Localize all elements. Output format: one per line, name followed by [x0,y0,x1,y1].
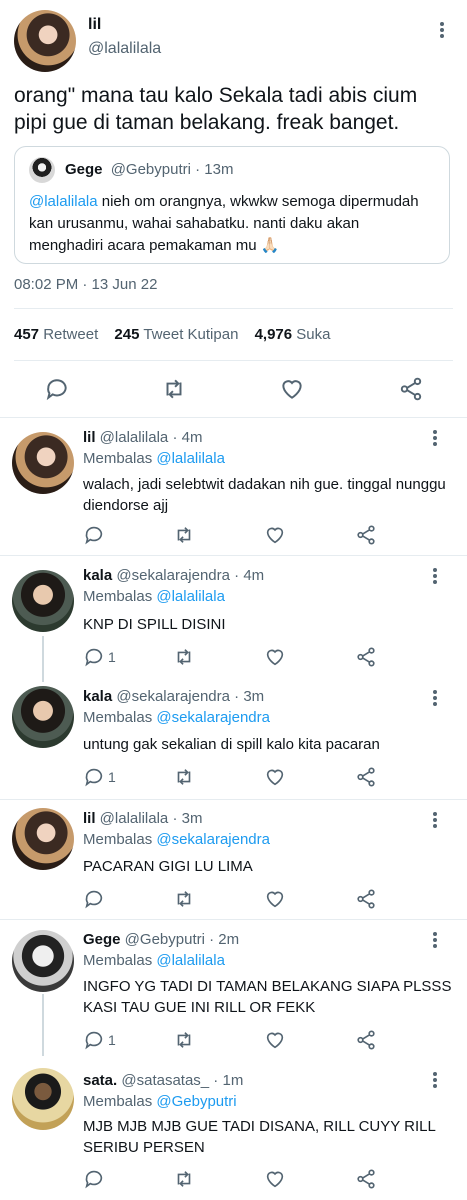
retweet-icon[interactable] [173,1168,195,1190]
like-icon[interactable] [264,1168,286,1190]
main-tweet: lil @lalalilala orang" mana tau kalo Sek… [0,0,467,418]
reply-icon[interactable] [83,646,105,668]
quote-text-block: @lalalilala nieh om orangnya, wkwkw semo… [29,191,437,257]
like-icon[interactable] [264,524,286,546]
main-handle[interactable]: @lalalilala [88,40,161,58]
reply-avatar[interactable] [12,432,74,494]
reply-author[interactable]: lil @lalalilala · 4m [83,429,202,446]
divider [14,308,453,309]
reply-icon[interactable] [44,376,70,402]
replying-to-mention[interactable]: @Gebyputri [156,1093,236,1110]
reply-text: PACARAN GIGI LU LIMA [83,858,253,875]
replying-to: Membalas @lalalilala [83,450,225,467]
quote-avatar [29,157,55,183]
retweet-icon[interactable] [173,888,195,910]
main-tweet-text: orang" mana tau kalo Sekala tadi abis ci… [14,84,418,134]
main-display-name[interactable]: lil [88,16,101,34]
reply-avatar[interactable] [12,930,74,992]
reply-avatar[interactable] [12,686,74,748]
replying-to: Membalas @sekalarajendra [83,831,270,848]
reply-tweet[interactable]: lil @lalalilala · 4m Membalas @lalalilal… [0,418,467,556]
replying-to-mention[interactable]: @lalalilala [156,952,225,969]
reply-author[interactable]: lil @lalalilala · 3m [83,810,202,827]
more-icon[interactable] [425,566,445,586]
reply-count: 1 [108,1032,116,1048]
reply-text: MJB MJB MJB GUE TADI DISANA, RILL CUYY R… [83,1118,436,1156]
more-icon[interactable] [425,428,445,448]
more-icon[interactable] [425,930,445,950]
replying-to: Membalas @sekalarajendra [83,709,270,726]
reply-tweet[interactable]: kala @sekalarajendra · 3m Membalas @seka… [0,682,467,800]
reply-author[interactable]: kala @sekalarajendra · 3m [83,688,264,705]
reply-avatar[interactable] [12,1068,74,1130]
quote-mention[interactable]: @lalalilala [29,193,98,210]
replying-to: Membalas @Gebyputri [83,1093,237,1110]
more-icon[interactable] [425,810,445,830]
share-icon[interactable] [355,766,377,788]
replying-to-mention[interactable]: @sekalarajendra [156,709,270,726]
share-icon[interactable] [398,376,424,402]
like-icon[interactable] [264,766,286,788]
replying-to: Membalas @lalalilala [83,588,225,605]
quote-display-name: Gege [65,161,103,178]
divider [14,360,453,361]
share-icon[interactable] [355,646,377,668]
share-icon[interactable] [355,1168,377,1190]
reply-avatar[interactable] [12,570,74,632]
retweet-icon[interactable] [173,524,195,546]
reply-text: INGFO YG TADI DI TAMAN BELAKANG SIAPA PL… [83,978,452,1016]
more-icon[interactable] [432,20,452,40]
retweet-icon[interactable] [173,766,195,788]
reply-icon[interactable] [83,888,105,910]
reply-tweet[interactable]: sata. @satasatas_ · 1m Membalas @Gebyput… [0,1056,467,1200]
quote-stat[interactable]: 245 Tweet Kutipan [114,326,238,343]
reply-tweet[interactable]: kala @sekalarajendra · 4m Membalas @lala… [0,556,467,682]
like-icon[interactable] [279,376,305,402]
like-icon[interactable] [264,646,286,668]
like-stat[interactable]: 4,976 Suka [255,326,331,343]
reply-icon[interactable] [83,524,105,546]
like-icon[interactable] [264,1029,286,1051]
reply-text: untung gak sekalian di spill kalo kita p… [83,736,380,753]
tweet-stats: 457 Retweet 245 Tweet Kutipan 4,976 Suka [14,326,343,343]
more-icon[interactable] [425,1070,445,1090]
share-icon[interactable] [355,1029,377,1051]
reply-icon[interactable] [83,1168,105,1190]
reply-tweet[interactable]: Gege @Gebyputri · 2m Membalas @lalalilal… [0,920,467,1056]
reply-author[interactable]: sata. @satasatas_ · 1m [83,1072,243,1089]
reply-author[interactable]: Gege @Gebyputri · 2m [83,931,239,948]
tweet-timestamp[interactable]: 08:02 PM · 13 Jun 22 [14,276,157,293]
reply-avatar[interactable] [12,808,74,870]
retweet-stat[interactable]: 457 Retweet [14,326,98,343]
retweet-icon[interactable] [173,646,195,668]
share-icon[interactable] [355,888,377,910]
main-avatar[interactable] [14,10,76,72]
more-icon[interactable] [425,688,445,708]
reply-count: 1 [108,649,116,665]
like-icon[interactable] [264,888,286,910]
quoted-tweet[interactable]: Gege @Gebyputri · 13m @lalalilala nieh o… [14,146,450,264]
reply-tweet[interactable]: lil @lalalilala · 3m Membalas @sekalaraj… [0,800,467,920]
replying-to-mention[interactable]: @lalalilala [156,450,225,467]
retweet-icon[interactable] [173,1029,195,1051]
reply-text: walach, jadi selebtwit dadakan nih gue. … [83,476,446,514]
reply-author[interactable]: kala @sekalarajendra · 4m [83,567,264,584]
reply-icon[interactable] [83,1029,105,1051]
replying-to: Membalas @lalalilala [83,952,225,969]
replying-to-mention[interactable]: @lalalilala [156,588,225,605]
share-icon[interactable] [355,524,377,546]
quote-handle-time: @Gebyputri · 13m [110,161,234,178]
reply-text: KNP DI SPILL DISINI [83,616,226,633]
retweet-icon[interactable] [161,376,187,402]
reply-icon[interactable] [83,766,105,788]
replying-to-mention[interactable]: @sekalarajendra [156,831,270,848]
reply-count: 1 [108,769,116,785]
